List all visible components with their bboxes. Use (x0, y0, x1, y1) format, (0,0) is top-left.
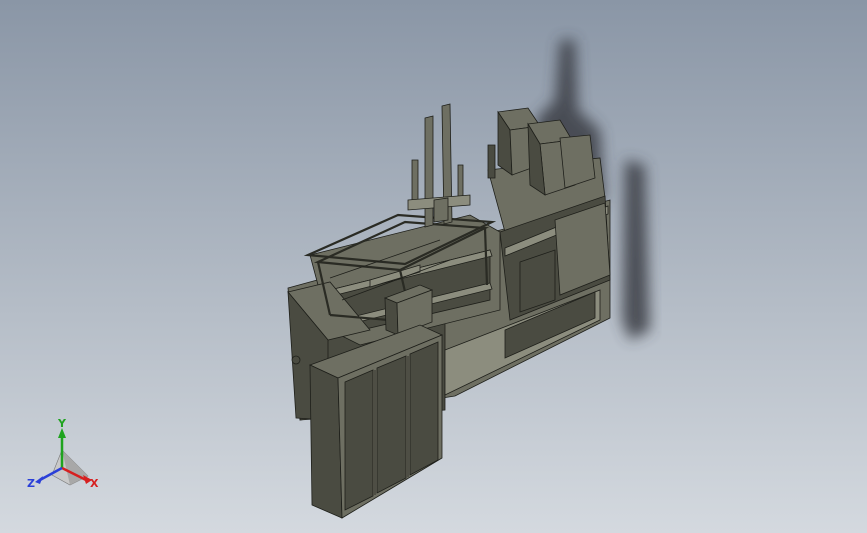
x-axis-label: X (90, 477, 99, 490)
z-axis-label: Z (27, 477, 35, 490)
cad-3d-viewport[interactable]: Y X Z (0, 0, 867, 533)
injection-molding-machine-model[interactable]: Y X Z (0, 0, 867, 533)
coordinate-triad[interactable]: Y X Z (27, 417, 99, 490)
y-axis-label: Y (57, 417, 67, 430)
robot-vertical-rods[interactable] (407, 103, 471, 228)
